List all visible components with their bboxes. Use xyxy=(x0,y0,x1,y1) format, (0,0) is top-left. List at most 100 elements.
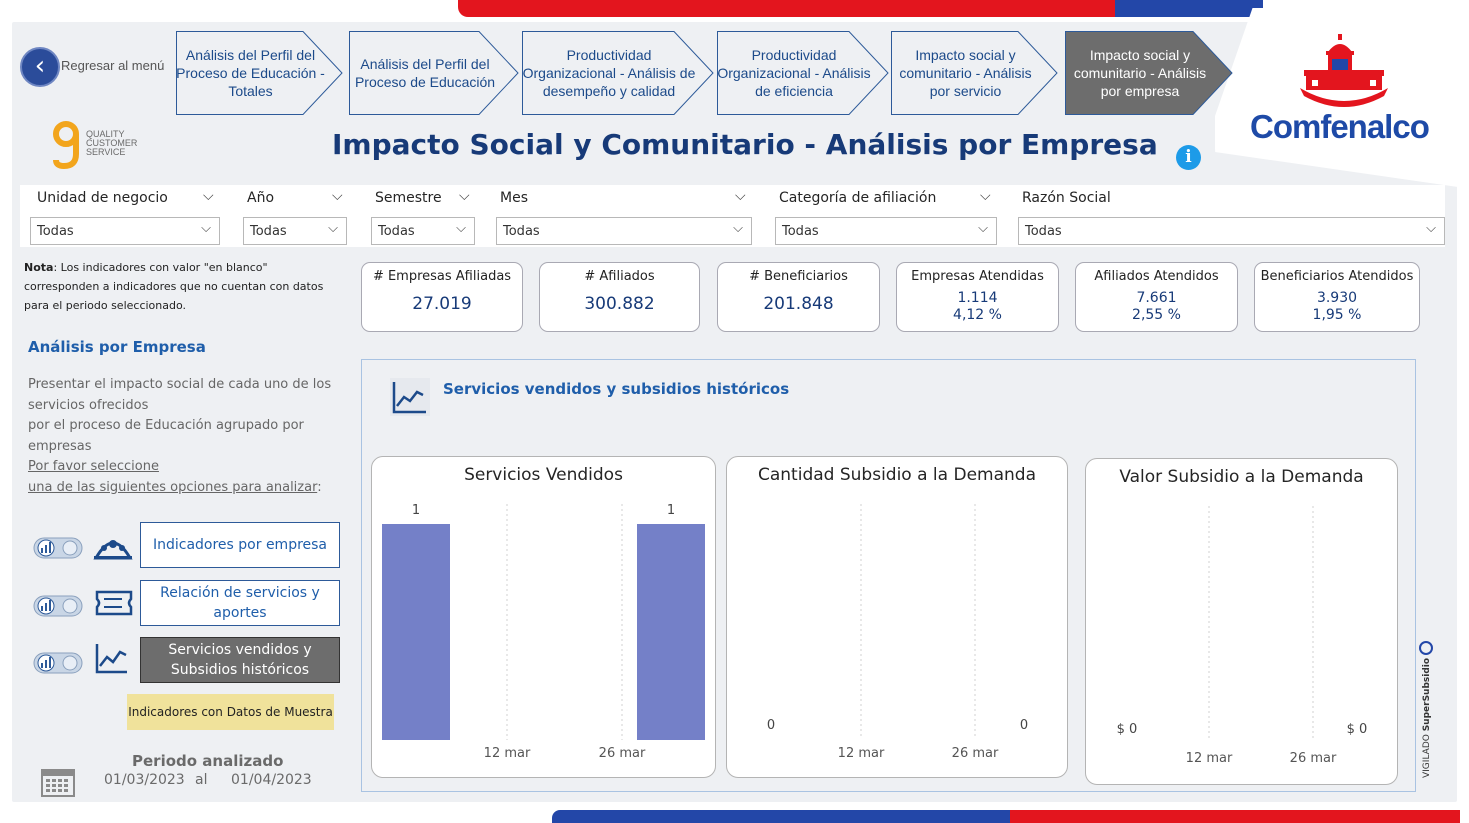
servicios-vendidos-svg: 1 1 12 mar 26 mar xyxy=(382,503,705,761)
filter-label: Año xyxy=(247,190,275,206)
chart-valor-subsidio: Valor Subsidio a la Demanda $ 0 $ 0 12 mar… xyxy=(1085,458,1398,785)
filter-value: Todas xyxy=(37,224,74,239)
filter-label: Razón Social xyxy=(1022,190,1111,206)
comfenalco-logo: Comfenalco xyxy=(1250,108,1430,145)
nav-step-label: Análisis del Perfil del Proceso de Educa… xyxy=(354,56,496,90)
top-accent-red xyxy=(458,0,1118,17)
kpi-value: 201.848 xyxy=(763,294,834,314)
chart-bar xyxy=(382,524,450,740)
sample-data-badge: Indicadores con Datos de Muestra xyxy=(127,694,334,730)
chevron-down-icon: ⌵ xyxy=(328,221,338,236)
top-accent-blue xyxy=(1115,0,1263,17)
chart-data-label: $ 0 xyxy=(1347,722,1368,737)
bottom-accent-red xyxy=(1010,810,1460,823)
svg-text:VIGILADO SuperSubsidio: VIGILADO SuperSubsidio xyxy=(1422,658,1432,778)
kpi-label: Empresas Atendidas xyxy=(911,269,1044,284)
kpi-empresas-atendidas: Empresas Atendidas 1.114 4,12 % xyxy=(896,262,1059,332)
chart-x-tick: 12 mar xyxy=(484,746,531,761)
kpi-label: # Empresas Afiliadas xyxy=(372,269,512,284)
vigilado-supersubsidio-logo: VIGILADO SuperSubsidio xyxy=(1419,641,1433,778)
quality-customer-service-logo-icon xyxy=(53,121,79,170)
nav-step-label: Análisis del Perfil del Proceso de Educa… xyxy=(176,47,325,99)
kpi-label: Afiliados Atendidos xyxy=(1094,269,1219,284)
period-separator: al xyxy=(195,772,208,788)
kpi-percent: 4,12 % xyxy=(953,307,1002,323)
kpi-beneficiarios: # Beneficiarios 201.848 xyxy=(717,262,880,332)
period-title: Periodo analizado xyxy=(132,752,284,770)
kpi-empresas-afiliadas: # Empresas Afiliadas 27.019 xyxy=(361,262,523,332)
page-title: Impacto Social y Comunitario - Análisis … xyxy=(332,128,1158,161)
kpi-beneficiarios-atendidos: Beneficiarios Atendidos 3.930 1,95 % xyxy=(1254,262,1420,332)
filter-label: Unidad de negocio xyxy=(37,190,168,206)
chart-x-tick: 26 mar xyxy=(952,746,999,761)
users-group-icon xyxy=(93,540,133,560)
servicios-vendidos-subsidios-button[interactable]: Servicios vendidos y Subsidios histórico… xyxy=(140,637,340,683)
kpi-value: 3.930 xyxy=(1316,290,1358,306)
filter-value: Todas xyxy=(1025,224,1062,239)
chevron-down-icon: ⌵ xyxy=(201,221,211,236)
filter-dropdown[interactable]: Todas ⌵ xyxy=(243,217,347,245)
nav-step-2[interactable]: Análisis del Perfil del Proceso de Educa… xyxy=(349,31,519,115)
nav-step-3[interactable]: Productividad Organizacional - Análisis … xyxy=(522,31,714,115)
filter-dropdown[interactable]: Todas ⌵ xyxy=(775,217,997,245)
chart-x-tick: 26 mar xyxy=(1290,751,1337,766)
chart-data-label: 1 xyxy=(412,503,420,518)
qcs-logo-text: QUALITY CUSTOMER SERVICE xyxy=(86,129,138,157)
calendar-icon[interactable] xyxy=(40,766,76,798)
chevron-down-icon[interactable]: ⌵ xyxy=(980,188,991,204)
line-chart-icon xyxy=(95,644,127,674)
blank-values-note: Nota: Los indicadores con valor "en blan… xyxy=(24,261,324,312)
kpi-value: 7.661 xyxy=(1136,290,1177,306)
nav-step-4[interactable]: Productividad Organizacional - Análisis … xyxy=(717,31,889,115)
filter-dropdown[interactable]: Todas ⌵ xyxy=(30,217,220,245)
nav-step-6-active[interactable]: Impacto social y comunitario - Análisis … xyxy=(1065,31,1233,115)
filter-value: Todas xyxy=(378,224,415,239)
indicadores-por-empresa-button[interactable]: Indicadores por empresa xyxy=(140,522,340,568)
nav-step-label: Impacto social y comunitario - Análisis … xyxy=(1073,47,1207,99)
chevron-down-icon[interactable]: ⌵ xyxy=(735,188,746,204)
filter-dropdown[interactable]: Todas ⌵ xyxy=(1018,217,1445,245)
kpi-value: 300.882 xyxy=(584,294,655,314)
kpi-afiliados: # Afiliados 300.882 xyxy=(539,262,700,332)
section-title: Análisis por Empresa xyxy=(28,338,206,356)
chevron-down-icon[interactable]: ⌵ xyxy=(203,188,214,204)
nav-step-1[interactable]: Análisis del Perfil del Proceso de Educa… xyxy=(176,31,343,115)
dashboard-page: { "brand": { "logo_text": "Comfenalco", … xyxy=(0,0,1469,823)
filter-value: Todas xyxy=(782,224,819,239)
filter-dropdown[interactable]: Todas ⌵ xyxy=(496,217,752,245)
kpi-afiliados-atendidos: Afiliados Atendidos 7.661 2,55 % xyxy=(1075,262,1238,332)
relacion-servicios-aportes-button[interactable]: Relación de servicios y aportes xyxy=(140,580,340,626)
bottom-accent-blue xyxy=(552,810,1017,823)
kpi-value: 1.114 xyxy=(957,290,998,306)
nav-step-label: Productividad Organizacional - Análisis … xyxy=(717,47,871,99)
chevron-down-icon[interactable]: ⌵ xyxy=(459,188,470,204)
chart-cantidad-subsidio: Cantidad Subsidio a la Demanda 0 0 12 mar 2… xyxy=(726,456,1068,778)
chevron-down-icon[interactable]: ⌵ xyxy=(332,188,343,204)
back-to-menu-link[interactable]: Regresar al menú xyxy=(61,58,164,73)
nav-step-5[interactable]: Impacto social y comunitario - Análisis … xyxy=(891,31,1058,115)
chart-data-label: 0 xyxy=(767,718,775,733)
trend-chart-icon xyxy=(390,378,430,416)
chevron-down-icon: ⌵ xyxy=(1426,221,1436,236)
chart-x-tick: 12 mar xyxy=(838,746,885,761)
chart-x-tick: 26 mar xyxy=(599,746,646,761)
section-description: Presentar el impacto social de cada uno … xyxy=(28,377,332,495)
chevron-down-icon: ⌵ xyxy=(456,221,466,236)
filter-dropdown[interactable]: Todas ⌵ xyxy=(371,217,475,245)
back-arrow-icon[interactable]: ‹ xyxy=(20,47,60,87)
period-to[interactable]: 01/04/2023 xyxy=(231,772,312,788)
chart-data-label: 0 xyxy=(1020,718,1028,733)
panel-title: Servicios vendidos y subsidios histórico… xyxy=(443,380,790,398)
kpi-percent: 2,55 % xyxy=(1132,307,1181,323)
period-from[interactable]: 01/03/2023 xyxy=(104,772,185,788)
filter-value: Todas xyxy=(503,224,540,239)
chart-data-label: 1 xyxy=(667,503,675,518)
info-icon[interactable]: i xyxy=(1176,145,1201,170)
chart-x-tick: 12 mar xyxy=(1186,751,1233,766)
kpi-value: 27.019 xyxy=(412,294,472,314)
chevron-down-icon: ⌵ xyxy=(978,221,988,236)
nav-step-label: Impacto social y comunitario - Análisis … xyxy=(899,47,1032,99)
filter-label: Mes xyxy=(500,190,528,206)
filter-value: Todas xyxy=(250,224,287,239)
chart-bar xyxy=(637,524,705,740)
